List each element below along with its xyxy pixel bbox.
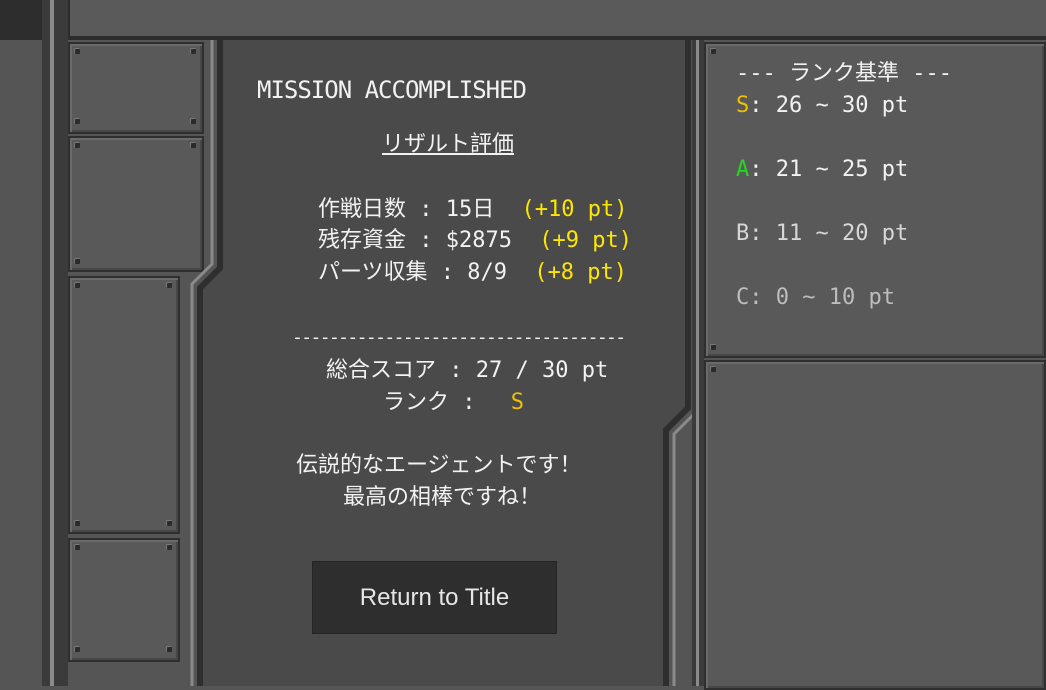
rank-letter-a: A: [736, 157, 750, 182]
left-panel-segment: [68, 538, 180, 662]
return-to-title-button[interactable]: Return to Title: [312, 561, 557, 634]
rank-criteria-title: --- ランク基準 ---: [736, 61, 952, 86]
rank-range-b: : 11 ~ 20 pt: [749, 221, 909, 246]
rank-range-a: : 21 ~ 25 pt: [749, 157, 909, 182]
result-days-label: 作戦日数 : 15日: [318, 197, 495, 222]
result-funds-label: 残存資金 : $2875: [318, 228, 512, 253]
left-rail-highlight: [50, 0, 54, 686]
rank-range-c: : 0 ~ 10 pt: [749, 285, 895, 310]
left-panel-segment: [68, 276, 180, 534]
rank-range-s: : 26 ~ 30 pt: [749, 93, 909, 118]
result-funds-bonus: (+9 pt): [539, 228, 632, 253]
mission-status-title: MISSION ACCOMPLISHED: [257, 76, 527, 104]
rank-letter-s: S: [736, 93, 750, 118]
rank-criteria-item-c: C: 0 ~ 10 pt: [736, 286, 895, 310]
separator-line: ------------------------------------: [292, 327, 626, 348]
result-funds: 残存資金 : $2875 (+9 pt): [318, 229, 632, 253]
result-days-bonus: (+10 pt): [521, 197, 628, 222]
right-lower-panel: [704, 360, 1046, 690]
total-score: 総合スコア : 27 / 30 pt: [326, 358, 609, 383]
message-line-2: 最高の相棒ですね！: [343, 485, 542, 510]
result-parts-bonus: (+8 pt): [534, 260, 627, 285]
result-parts: パーツ収集 : 8/9 (+8 pt): [318, 261, 627, 285]
rank-letter-c: C: [736, 285, 750, 310]
rank-label: ランク :: [383, 390, 476, 415]
rank-criteria-item-b: B: 11 ~ 20 pt: [736, 222, 908, 246]
rank-criteria-item-s: S: 26 ~ 30 pt: [736, 94, 908, 118]
rank-letter-b: B: [736, 221, 750, 246]
message-line-1: 伝説的なエージェントです！: [296, 453, 582, 478]
right-rail-highlight: [696, 40, 699, 686]
rank-row: ランク : S: [383, 391, 524, 415]
rank-criteria-item-a: A: 21 ~ 25 pt: [736, 158, 908, 182]
result-days: 作戦日数 : 15日 (+10 pt): [318, 198, 627, 222]
top-plate: [70, 0, 1046, 36]
rank-value: S: [510, 390, 524, 415]
result-evaluation-title: リザルト評価: [382, 132, 515, 157]
left-rail-outer: [42, 0, 68, 686]
result-parts-label: パーツ収集 : 8/9: [318, 260, 508, 285]
rank-criteria-panel: [704, 42, 1046, 358]
